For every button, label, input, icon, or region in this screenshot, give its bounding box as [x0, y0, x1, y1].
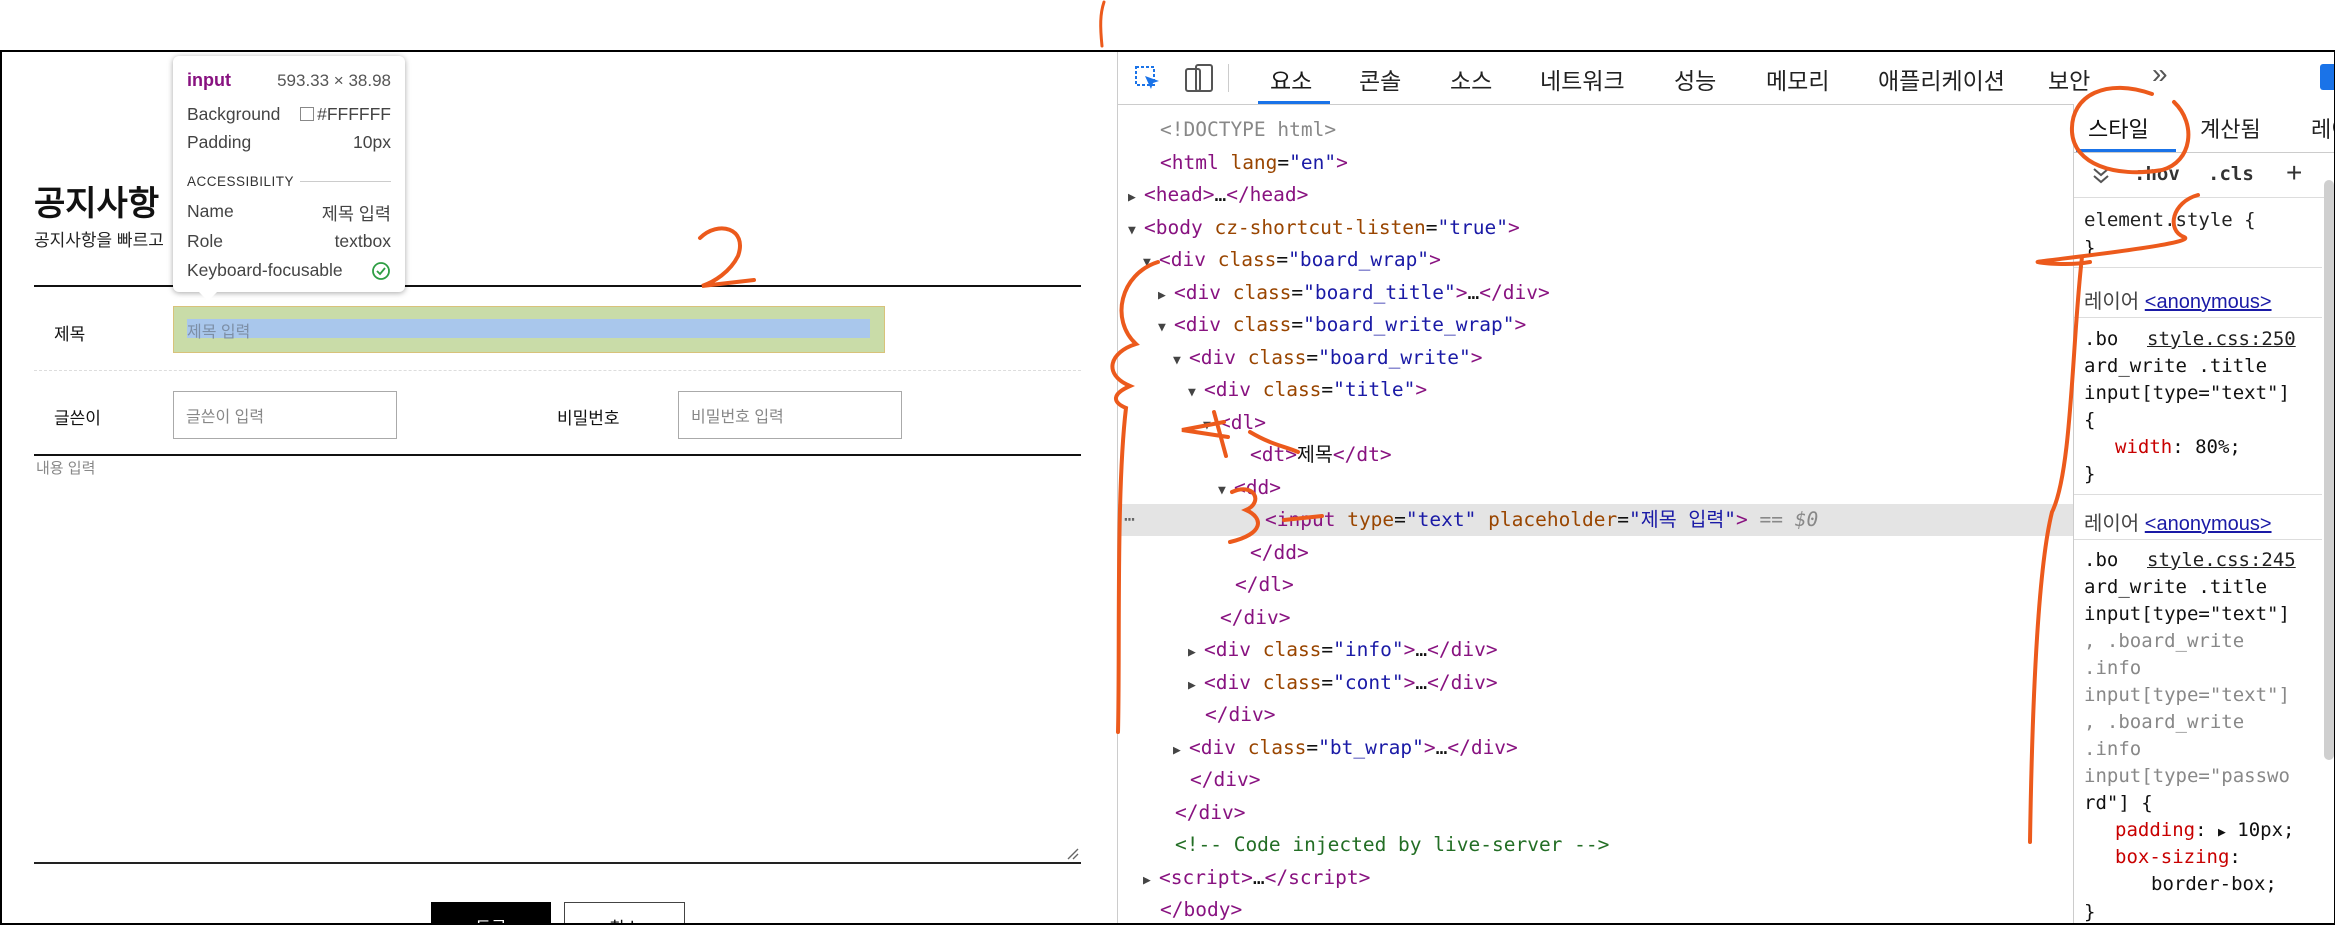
screenshot-frame: 공지사항 공지사항을 빠르고 제목 제목 입력 글쓴이 글쓴이 입력 비밀번호 … — [0, 50, 2335, 925]
annotation-line-input — [1282, 514, 1324, 522]
annotation-three — [1228, 487, 1260, 544]
annotation-arrow-dt — [1248, 430, 1300, 454]
pen-stroke-top — [1099, 0, 1106, 48]
annotation-dom-bracket — [1110, 260, 1160, 734]
annotation-four — [1181, 410, 1230, 458]
annotation-two — [698, 226, 756, 288]
annotation-circle-styles-tab — [2069, 85, 2191, 175]
annotation-overlay — [698, 85, 2200, 844]
annotation-styles-bracket — [2028, 193, 2200, 844]
